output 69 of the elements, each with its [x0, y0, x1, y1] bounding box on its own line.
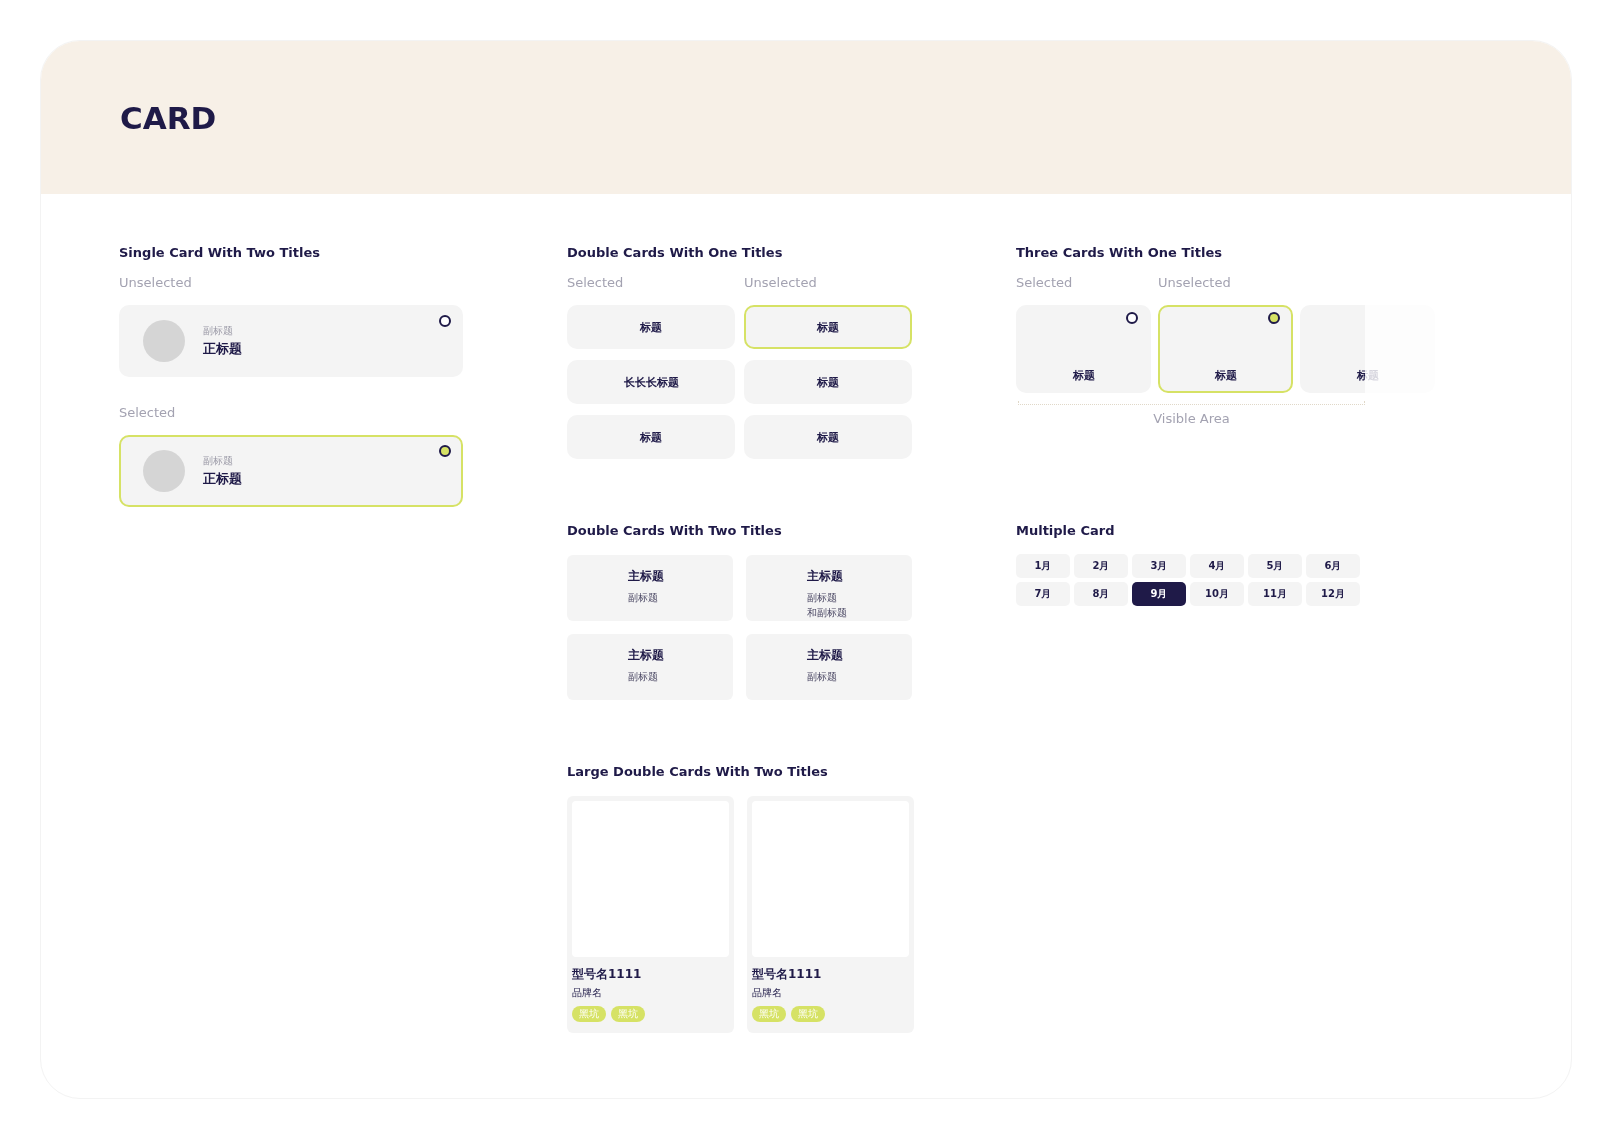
state-label: Unselected [119, 275, 193, 291]
month-chip[interactable]: 8月 [1074, 582, 1128, 606]
section-title: Double Cards With One Titles [567, 245, 784, 261]
card-subtitle: 副标题 [628, 591, 659, 605]
option-card[interactable]: 标题 [1016, 305, 1151, 393]
section-title: Large Double Cards With Two Titles [567, 764, 829, 780]
month-chip[interactable]: 9月 [1132, 582, 1186, 606]
month-chip[interactable]: 6月 [1306, 554, 1360, 578]
section-title: Multiple Card [1016, 523, 1116, 539]
card-title: 主标题 [628, 568, 665, 585]
radio-button[interactable] [1126, 312, 1138, 324]
month-chip[interactable]: 11月 [1248, 582, 1302, 606]
card-title: 主标题 [807, 647, 844, 664]
option-card[interactable]: 标题 [567, 415, 735, 459]
model-name: 型号名1111 [572, 966, 643, 983]
month-chip[interactable]: 12月 [1306, 582, 1360, 606]
info-card[interactable]: 主标题 副标题 [746, 634, 912, 700]
state-label: Selected [119, 405, 177, 421]
card-title: 主标题 [807, 568, 844, 585]
state-label: Unselected [744, 275, 818, 291]
card-title: 正标题 [203, 340, 242, 358]
radio-button[interactable] [439, 445, 451, 457]
option-card[interactable]: 副标题 正标题 [119, 305, 463, 377]
visible-area-label: Visible Area [1152, 411, 1231, 426]
card-title: 正标题 [203, 470, 242, 488]
card-subtitle: 副标题 [203, 324, 234, 338]
info-card[interactable]: 主标题 副标题 [567, 555, 733, 621]
card-subtitle: 副标题 [807, 591, 838, 605]
tag: 黑坑 [791, 1006, 825, 1022]
model-name: 型号名1111 [752, 966, 823, 983]
option-card[interactable]: 标题 [744, 415, 912, 459]
section-title: Single Card With Two Titles [119, 245, 321, 261]
month-chip[interactable]: 10月 [1190, 582, 1244, 606]
option-card[interactable]: 标题 [744, 360, 912, 404]
section-title: Three Cards With One Titles [1016, 245, 1223, 261]
product-card[interactable]: 型号名1111 品牌名 黑坑 黑坑 [747, 796, 914, 1033]
card-title: 主标题 [628, 647, 665, 664]
tag: 黑坑 [572, 1006, 606, 1022]
info-card[interactable]: 主标题 副标题 和副标题 [746, 555, 912, 621]
month-chip[interactable]: 1月 [1016, 554, 1070, 578]
section-title: Double Cards With Two Titles [567, 523, 783, 539]
avatar-icon [143, 320, 185, 362]
brand-name: 品牌名 [752, 986, 783, 1000]
option-card[interactable]: 标题 [1158, 305, 1293, 393]
month-chip[interactable]: 4月 [1190, 554, 1244, 578]
month-chip[interactable]: 7月 [1016, 582, 1070, 606]
card-subtitle: 和副标题 [807, 606, 848, 620]
info-card[interactable]: 主标题 副标题 [567, 634, 733, 700]
month-chip[interactable]: 5月 [1248, 554, 1302, 578]
page-title: CARD [120, 99, 217, 136]
option-card[interactable]: 标题 [744, 305, 912, 349]
option-card[interactable]: 副标题 正标题 [119, 435, 463, 507]
tag: 黑坑 [611, 1006, 645, 1022]
radio-button[interactable] [1268, 312, 1280, 324]
avatar-icon [143, 450, 185, 492]
radio-button[interactable] [439, 315, 451, 327]
card-subtitle: 副标题 [807, 670, 838, 684]
state-label: Selected [1016, 275, 1074, 291]
product-card[interactable]: 型号名1111 品牌名 黑坑 黑坑 [567, 796, 734, 1033]
tag: 黑坑 [752, 1006, 786, 1022]
brand-name: 品牌名 [572, 986, 603, 1000]
state-label: Unselected [1158, 275, 1232, 291]
card-subtitle: 副标题 [628, 670, 659, 684]
card-subtitle: 副标题 [203, 454, 234, 468]
state-label: Selected [567, 275, 625, 291]
month-chip[interactable]: 3月 [1132, 554, 1186, 578]
option-card[interactable]: 长长长标题 [567, 360, 735, 404]
month-chip[interactable]: 2月 [1074, 554, 1128, 578]
option-card[interactable]: 标题 [567, 305, 735, 349]
